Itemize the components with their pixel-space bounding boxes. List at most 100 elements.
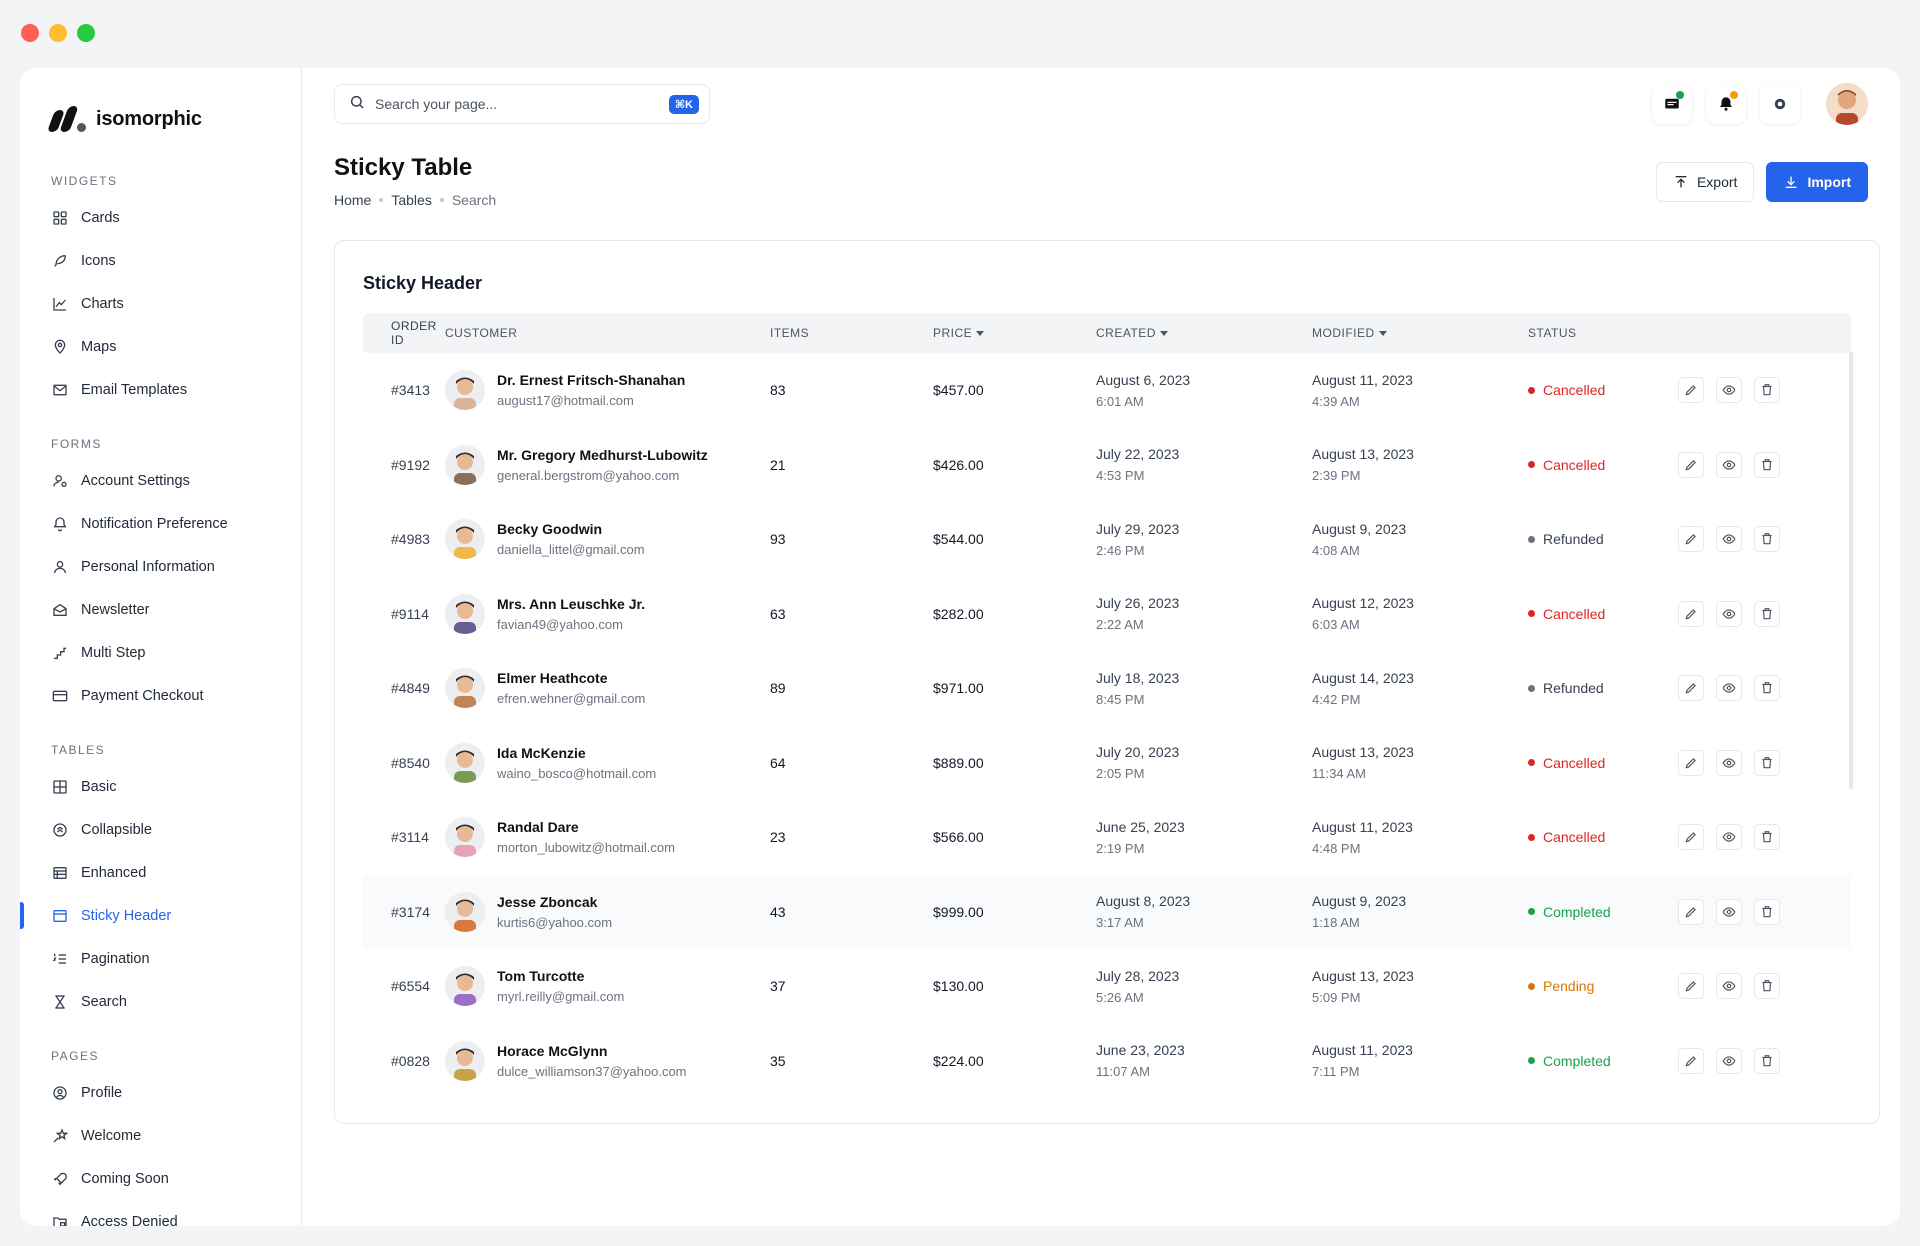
column-header-customer[interactable]: CUSTOMER: [445, 326, 770, 340]
sidebar-item-collapsible[interactable]: Collapsible: [20, 808, 301, 851]
sidebar-item-access-denied[interactable]: Access Denied: [20, 1200, 301, 1226]
delete-button[interactable]: [1754, 526, 1780, 553]
edit-button[interactable]: [1678, 377, 1704, 404]
sidebar-item-enhanced[interactable]: Enhanced: [20, 851, 301, 894]
window-minimize-button[interactable]: [49, 24, 67, 42]
table-row[interactable]: #9114 Mrs. Ann Leuschke Jr. favian49@yah…: [363, 577, 1851, 652]
column-header-created[interactable]: CREATED: [1096, 326, 1312, 340]
edit-button[interactable]: [1678, 898, 1704, 925]
column-header-price[interactable]: PRICE: [933, 326, 1096, 340]
customer-name[interactable]: Mr. Gregory Medhurst-Lubowitz: [497, 447, 708, 463]
view-button[interactable]: [1716, 600, 1742, 627]
sidebar-item-newsletter[interactable]: Newsletter: [20, 588, 301, 631]
user-avatar[interactable]: [1826, 83, 1868, 125]
table-row[interactable]: #3174 Jesse Zboncak kurtis6@yahoo.com 43…: [363, 874, 1851, 949]
sidebar-item-pagination[interactable]: Pagination: [20, 937, 301, 980]
status-dot: [1528, 461, 1535, 469]
edit-button[interactable]: [1678, 451, 1704, 478]
export-button[interactable]: Export: [1655, 162, 1755, 202]
breadcrumb-tables[interactable]: Tables: [391, 192, 431, 208]
customer-name[interactable]: Randal Dare: [497, 819, 675, 835]
sidebar-item-account-settings[interactable]: Account Settings: [20, 459, 301, 502]
sidebar-item-welcome[interactable]: Welcome: [20, 1114, 301, 1157]
sidebar-item-cards[interactable]: Cards: [20, 196, 301, 239]
modified-time: 5:09 PM: [1312, 989, 1361, 1005]
table-row[interactable]: #3413 Dr. Ernest Fritsch-Shanahan august…: [363, 353, 1851, 428]
customer-name[interactable]: Horace McGlynn: [497, 1043, 687, 1059]
search-input[interactable]: [375, 96, 659, 112]
edit-button[interactable]: [1678, 675, 1704, 702]
customer-name[interactable]: Tom Turcotte: [497, 968, 624, 984]
settings-button[interactable]: [1760, 84, 1800, 124]
delete-button[interactable]: [1754, 377, 1780, 404]
window-maximize-button[interactable]: [77, 24, 95, 42]
delete-button[interactable]: [1754, 749, 1780, 776]
table-row[interactable]: #0828 Horace McGlynn dulce_williamson37@…: [363, 1024, 1851, 1099]
customer-name[interactable]: Elmer Heathcote: [497, 670, 645, 686]
sidebar-item-notification-preference[interactable]: Notification Preference: [20, 502, 301, 545]
grid-icon: [51, 209, 69, 227]
sticky-header-card: Sticky Header ORDER ID CUSTOMER ITEMS PR…: [334, 240, 1880, 1124]
column-header-modified[interactable]: MODIFIED: [1312, 326, 1528, 340]
view-button[interactable]: [1716, 526, 1742, 553]
sidebar-item-sticky-header[interactable]: Sticky Header: [20, 894, 301, 937]
sidebar-item-coming-soon[interactable]: Coming Soon: [20, 1157, 301, 1200]
delete-button[interactable]: [1754, 1047, 1780, 1074]
sidebar-item-search[interactable]: Search: [20, 980, 301, 1023]
sidebar-item-multi-step[interactable]: Multi Step: [20, 631, 301, 674]
view-button[interactable]: [1716, 973, 1742, 1000]
sidebar-item-maps[interactable]: Maps: [20, 325, 301, 368]
edit-button[interactable]: [1678, 1047, 1704, 1074]
table-row[interactable]: #8540 Ida McKenzie waino_bosco@hotmail.c…: [363, 726, 1851, 801]
import-button[interactable]: Import: [1766, 162, 1868, 202]
edit-button[interactable]: [1678, 973, 1704, 1000]
view-button[interactable]: [1716, 898, 1742, 925]
sidebar-item-charts[interactable]: Charts: [20, 282, 301, 325]
edit-button[interactable]: [1678, 824, 1704, 851]
customer-name[interactable]: Ida McKenzie: [497, 745, 656, 761]
view-button[interactable]: [1716, 824, 1742, 851]
delete-button[interactable]: [1754, 600, 1780, 627]
table-row[interactable]: #4983 Becky Goodwin daniella_littel@gmai…: [363, 502, 1851, 577]
sidebar-item-email-templates[interactable]: Email Templates: [20, 368, 301, 411]
column-header-status[interactable]: STATUS: [1528, 326, 1678, 340]
page-title: Sticky Table: [334, 154, 473, 181]
delete-button[interactable]: [1754, 898, 1780, 925]
customer-name[interactable]: Jesse Zboncak: [497, 894, 612, 910]
view-button[interactable]: [1716, 1047, 1742, 1074]
view-button[interactable]: [1716, 451, 1742, 478]
sidebar-item-personal-information[interactable]: Personal Information: [20, 545, 301, 588]
trash-icon: [1762, 533, 1772, 545]
search-box[interactable]: ⌘K: [334, 84, 710, 124]
table-row[interactable]: #6554 Tom Turcotte myrl.reilly@gmail.com…: [363, 949, 1851, 1024]
view-button[interactable]: [1716, 749, 1742, 776]
table-row[interactable]: #4849 Elmer Heathcote efren.wehner@gmail…: [363, 651, 1851, 726]
view-button[interactable]: [1716, 675, 1742, 702]
delete-button[interactable]: [1754, 451, 1780, 478]
sidebar-item-payment-checkout[interactable]: Payment Checkout: [20, 674, 301, 717]
window-close-button[interactable]: [21, 24, 39, 42]
delete-button[interactable]: [1754, 973, 1780, 1000]
sidebar-item-profile[interactable]: Profile: [20, 1071, 301, 1114]
delete-button[interactable]: [1754, 675, 1780, 702]
delete-button[interactable]: [1754, 824, 1780, 851]
messages-button[interactable]: [1652, 84, 1692, 124]
breadcrumb-home[interactable]: Home: [334, 192, 371, 208]
customer-name[interactable]: Dr. Ernest Fritsch-Shanahan: [497, 372, 685, 388]
edit-button[interactable]: [1678, 526, 1704, 553]
column-header-order-id[interactable]: ORDER ID: [363, 319, 445, 347]
column-header-items[interactable]: ITEMS: [770, 326, 933, 340]
edit-button[interactable]: [1678, 749, 1704, 776]
table-row[interactable]: #3114 Randal Dare morton_lubowitz@hotmai…: [363, 800, 1851, 875]
notifications-button[interactable]: [1706, 84, 1746, 124]
sidebar-item-basic[interactable]: Basic: [20, 765, 301, 808]
customer-name[interactable]: Becky Goodwin: [497, 521, 645, 537]
brand-logo[interactable]: isomorphic: [20, 68, 301, 148]
nav-heading: TABLES: [51, 743, 106, 757]
edit-button[interactable]: [1678, 600, 1704, 627]
table-scrollbar[interactable]: [1849, 351, 1853, 789]
customer-name[interactable]: Mrs. Ann Leuschke Jr.: [497, 596, 645, 612]
table-row[interactable]: #9192 Mr. Gregory Medhurst-Lubowitz gene…: [363, 428, 1851, 503]
sidebar-item-icons[interactable]: Icons: [20, 239, 301, 282]
view-button[interactable]: [1716, 377, 1742, 404]
